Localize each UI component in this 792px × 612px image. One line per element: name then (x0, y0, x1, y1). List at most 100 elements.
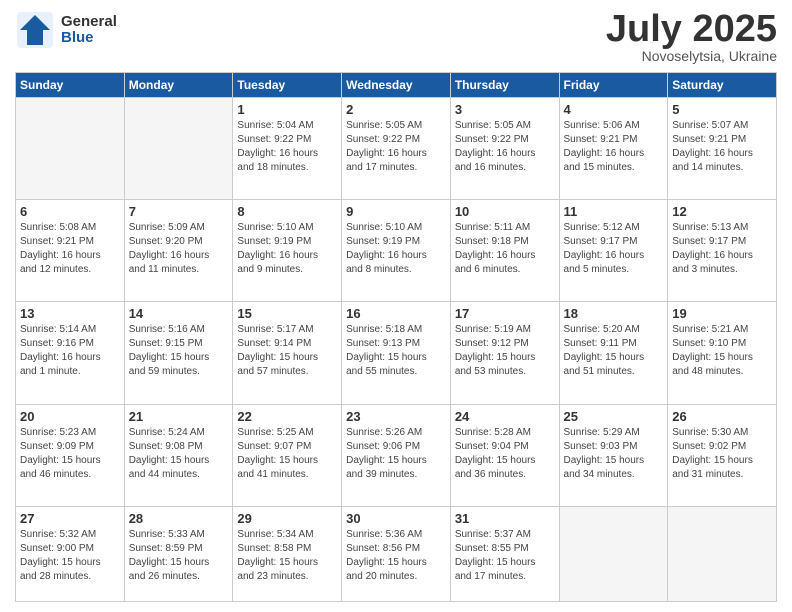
table-row: 9 Sunrise: 5:10 AMSunset: 9:19 PMDaylight… (342, 200, 451, 302)
day-info: Sunrise: 5:29 AMSunset: 9:03 PMDaylight:… (564, 426, 664, 482)
calendar-week-row: 27 Sunrise: 5:32 AMSunset: 9:00 PMDayligh… (16, 506, 777, 601)
day-info: Sunrise: 5:14 AMSunset: 9:16 PMDaylight:… (20, 323, 120, 379)
day-number: 2 (346, 102, 446, 117)
table-row: 31 Sunrise: 5:37 AMSunset: 8:55 PMDayligh… (450, 506, 559, 601)
table-row: 12Sunrise: 5:13 AMSunset: 9:17 PMDayligh… (668, 200, 777, 302)
table-row: 29 Sunrise: 5:34 AMSunset: 8:58 PMDayligh… (233, 506, 342, 601)
table-row: 22Sunrise: 5:25 AMSunset: 9:07 PMDayligh… (233, 404, 342, 506)
calendar-week-row: 6Sunrise: 5:08 AMSunset: 9:21 PMDaylight… (16, 200, 777, 302)
location-subtitle: Novoselytsia, Ukraine (606, 48, 777, 64)
calendar-week-row: 20 Sunrise: 5:23 AMSunset: 9:09 PMDayligh… (16, 404, 777, 506)
day-number: 26 (672, 409, 772, 424)
table-row: 11 Sunrise: 5:12 AMSunset: 9:17 PMDayligh… (559, 200, 668, 302)
day-number: 5 (672, 102, 772, 117)
day-number: 17 (455, 306, 555, 321)
col-thursday: Thursday (450, 73, 559, 98)
col-sunday: Sunday (16, 73, 125, 98)
table-row: 10Sunrise: 5:11 AMSunset: 9:18 PMDayligh… (450, 200, 559, 302)
day-number: 27 (20, 511, 120, 526)
table-row: 3Sunrise: 5:05 AMSunset: 9:22 PMDaylight… (450, 98, 559, 200)
day-info: Sunrise: 5:28 AMSunset: 9:04 PMDaylight:… (455, 426, 555, 482)
day-info: Sunrise: 5:17 AMSunset: 9:14 PMDaylight:… (237, 323, 337, 379)
day-info: Sunrise: 5:34 AMSunset: 8:58 PMDaylight:… (237, 528, 337, 584)
day-number: 7 (129, 204, 229, 219)
day-number: 29 (237, 511, 337, 526)
day-number: 14 (129, 306, 229, 321)
table-row: 30 Sunrise: 5:36 AMSunset: 8:56 PMDayligh… (342, 506, 451, 601)
title-block: July 2025 Novoselytsia, Ukraine (606, 10, 777, 64)
logo-general-text: General (61, 14, 117, 31)
table-row: 21Sunrise: 5:24 AMSunset: 9:08 PMDayligh… (124, 404, 233, 506)
logo: General Blue (15, 10, 117, 50)
logo-icon (15, 10, 55, 50)
day-number: 28 (129, 511, 229, 526)
day-number: 13 (20, 306, 120, 321)
day-number: 16 (346, 306, 446, 321)
table-row: 8Sunrise: 5:10 AMSunset: 9:19 PMDaylight… (233, 200, 342, 302)
col-tuesday: Tuesday (233, 73, 342, 98)
table-row: 13 Sunrise: 5:14 AMSunset: 9:16 PMDayligh… (16, 302, 125, 404)
day-info: Sunrise: 5:16 AMSunset: 9:15 PMDaylight:… (129, 323, 229, 379)
logo-blue-text: Blue (61, 30, 117, 47)
table-row (559, 506, 668, 601)
day-info: Sunrise: 5:19 AMSunset: 9:12 PMDaylight:… (455, 323, 555, 379)
day-info: Sunrise: 5:07 AMSunset: 9:21 PMDaylight:… (672, 119, 772, 175)
col-wednesday: Wednesday (342, 73, 451, 98)
day-info: Sunrise: 5:13 AMSunset: 9:17 PMDaylight:… (672, 221, 772, 277)
table-row: 15Sunrise: 5:17 AMSunset: 9:14 PMDayligh… (233, 302, 342, 404)
day-number: 20 (20, 409, 120, 424)
col-saturday: Saturday (668, 73, 777, 98)
table-row: 24 Sunrise: 5:28 AMSunset: 9:04 PMDayligh… (450, 404, 559, 506)
table-row (16, 98, 125, 200)
day-info: Sunrise: 5:23 AMSunset: 9:09 PMDaylight:… (20, 426, 120, 482)
day-number: 25 (564, 409, 664, 424)
table-row (124, 98, 233, 200)
day-info: Sunrise: 5:21 AMSunset: 9:10 PMDaylight:… (672, 323, 772, 379)
month-title: July 2025 (606, 10, 777, 48)
day-number: 1 (237, 102, 337, 117)
day-info: Sunrise: 5:09 AMSunset: 9:20 PMDaylight:… (129, 221, 229, 277)
table-row: 23Sunrise: 5:26 AMSunset: 9:06 PMDayligh… (342, 404, 451, 506)
day-info: Sunrise: 5:10 AMSunset: 9:19 PMDaylight:… (346, 221, 446, 277)
day-number: 19 (672, 306, 772, 321)
day-number: 24 (455, 409, 555, 424)
day-info: Sunrise: 5:33 AMSunset: 8:59 PMDaylight:… (129, 528, 229, 584)
day-number: 10 (455, 204, 555, 219)
table-row: 1Sunrise: 5:04 AMSunset: 9:22 PMDaylight… (233, 98, 342, 200)
day-info: Sunrise: 5:12 AMSunset: 9:17 PMDaylight:… (564, 221, 664, 277)
table-row: 4 Sunrise: 5:06 AMSunset: 9:21 PMDaylight… (559, 98, 668, 200)
table-row: 5 Sunrise: 5:07 AMSunset: 9:21 PMDaylight… (668, 98, 777, 200)
table-row: 6Sunrise: 5:08 AMSunset: 9:21 PMDaylight… (16, 200, 125, 302)
table-row: 19 Sunrise: 5:21 AMSunset: 9:10 PMDayligh… (668, 302, 777, 404)
table-row: 25 Sunrise: 5:29 AMSunset: 9:03 PMDayligh… (559, 404, 668, 506)
day-number: 30 (346, 511, 446, 526)
day-info: Sunrise: 5:18 AMSunset: 9:13 PMDaylight:… (346, 323, 446, 379)
day-number: 23 (346, 409, 446, 424)
day-info: Sunrise: 5:30 AMSunset: 9:02 PMDaylight:… (672, 426, 772, 482)
calendar-week-row: 1Sunrise: 5:04 AMSunset: 9:22 PMDaylight… (16, 98, 777, 200)
day-number: 18 (564, 306, 664, 321)
day-number: 11 (564, 204, 664, 219)
header: General Blue July 2025 Novoselytsia, Ukr… (15, 10, 777, 64)
day-number: 4 (564, 102, 664, 117)
table-row: 7 Sunrise: 5:09 AMSunset: 9:20 PMDaylight… (124, 200, 233, 302)
table-row: 14 Sunrise: 5:16 AMSunset: 9:15 PMDayligh… (124, 302, 233, 404)
col-friday: Friday (559, 73, 668, 98)
day-number: 9 (346, 204, 446, 219)
day-info: Sunrise: 5:36 AMSunset: 8:56 PMDaylight:… (346, 528, 446, 584)
table-row (668, 506, 777, 601)
logo-text: General Blue (61, 14, 117, 47)
day-info: Sunrise: 5:20 AMSunset: 9:11 PMDaylight:… (564, 323, 664, 379)
day-info: Sunrise: 5:05 AMSunset: 9:22 PMDaylight:… (346, 119, 446, 175)
table-row: 2 Sunrise: 5:05 AMSunset: 9:22 PMDaylight… (342, 98, 451, 200)
day-info: Sunrise: 5:06 AMSunset: 9:21 PMDaylight:… (564, 119, 664, 175)
day-info: Sunrise: 5:10 AMSunset: 9:19 PMDaylight:… (237, 221, 337, 277)
day-info: Sunrise: 5:37 AMSunset: 8:55 PMDaylight:… (455, 528, 555, 584)
table-row: 17 Sunrise: 5:19 AMSunset: 9:12 PMDayligh… (450, 302, 559, 404)
calendar-week-row: 13 Sunrise: 5:14 AMSunset: 9:16 PMDayligh… (16, 302, 777, 404)
day-info: Sunrise: 5:08 AMSunset: 9:21 PMDaylight:… (20, 221, 120, 277)
day-info: Sunrise: 5:32 AMSunset: 9:00 PMDaylight:… (20, 528, 120, 584)
day-number: 31 (455, 511, 555, 526)
page: General Blue July 2025 Novoselytsia, Ukr… (0, 0, 792, 612)
day-number: 22 (237, 409, 337, 424)
